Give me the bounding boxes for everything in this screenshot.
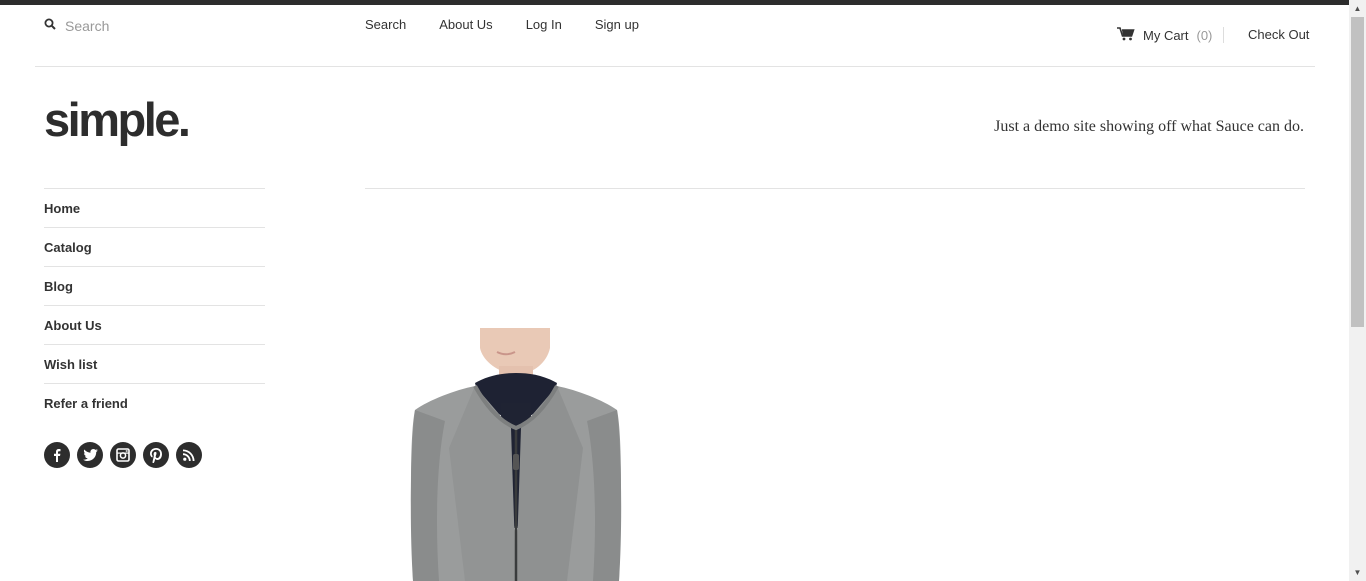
- content-divider: [365, 188, 1305, 189]
- sidebar-link-blog[interactable]: Blog: [44, 279, 73, 294]
- site-logo[interactable]: simple.: [44, 92, 191, 147]
- sidebar-item-catalog: Catalog: [44, 228, 265, 267]
- pinterest-icon[interactable]: [143, 442, 169, 468]
- product-photo-jacket: [410, 328, 622, 581]
- scroll-up-arrow-icon[interactable]: ▲: [1349, 0, 1366, 17]
- sidebar-item-wish-list: Wish list: [44, 345, 265, 384]
- sidebar-item-home: Home: [44, 189, 265, 228]
- top-nav-about-us[interactable]: About Us: [439, 17, 492, 32]
- facebook-icon[interactable]: [44, 442, 70, 468]
- sidebar-link-about-us[interactable]: About Us: [44, 318, 102, 333]
- cart-link[interactable]: My Cart (0): [1117, 27, 1212, 44]
- sidebar-item-refer-a-friend: Refer a friend: [44, 384, 265, 423]
- sidebar-link-refer-a-friend[interactable]: Refer a friend: [44, 396, 128, 411]
- top-nav: Search About Us Log In Sign up: [365, 17, 639, 32]
- scroll-down-arrow-icon[interactable]: ▼: [1349, 564, 1366, 581]
- search-icon[interactable]: [44, 17, 56, 35]
- sidebar-nav: Home Catalog Blog About Us Wish list Ref…: [44, 188, 265, 423]
- sidebar-link-catalog[interactable]: Catalog: [44, 240, 92, 255]
- rss-icon[interactable]: [176, 442, 202, 468]
- top-nav-search[interactable]: Search: [365, 17, 406, 32]
- cart-label[interactable]: My Cart: [1143, 28, 1189, 43]
- search-input[interactable]: [65, 18, 265, 34]
- cart-count: (0): [1196, 28, 1213, 43]
- site-tagline: Just a demo site showing off what Sauce …: [994, 118, 1304, 135]
- twitter-icon[interactable]: [77, 442, 103, 468]
- top-accent-bar: [0, 0, 1366, 5]
- social-links: [44, 442, 202, 468]
- sidebar-item-about-us: About Us: [44, 306, 265, 345]
- instagram-icon[interactable]: [110, 442, 136, 468]
- top-nav-sign-up[interactable]: Sign up: [595, 17, 639, 32]
- scrollbar-thumb[interactable]: [1351, 17, 1364, 327]
- checkout-link[interactable]: Check Out: [1248, 27, 1309, 42]
- top-nav-log-in[interactable]: Log In: [526, 17, 562, 32]
- sidebar-link-home[interactable]: Home: [44, 201, 80, 216]
- sidebar-link-wish-list[interactable]: Wish list: [44, 357, 97, 372]
- sidebar-item-blog: Blog: [44, 267, 265, 306]
- page-scrollbar[interactable]: ▲ ▼: [1349, 0, 1366, 581]
- header-divider: [35, 66, 1315, 67]
- header-search: [44, 17, 265, 35]
- product-image[interactable]: [405, 328, 627, 581]
- cart-icon: [1117, 27, 1135, 44]
- cart-divider: [1223, 27, 1224, 43]
